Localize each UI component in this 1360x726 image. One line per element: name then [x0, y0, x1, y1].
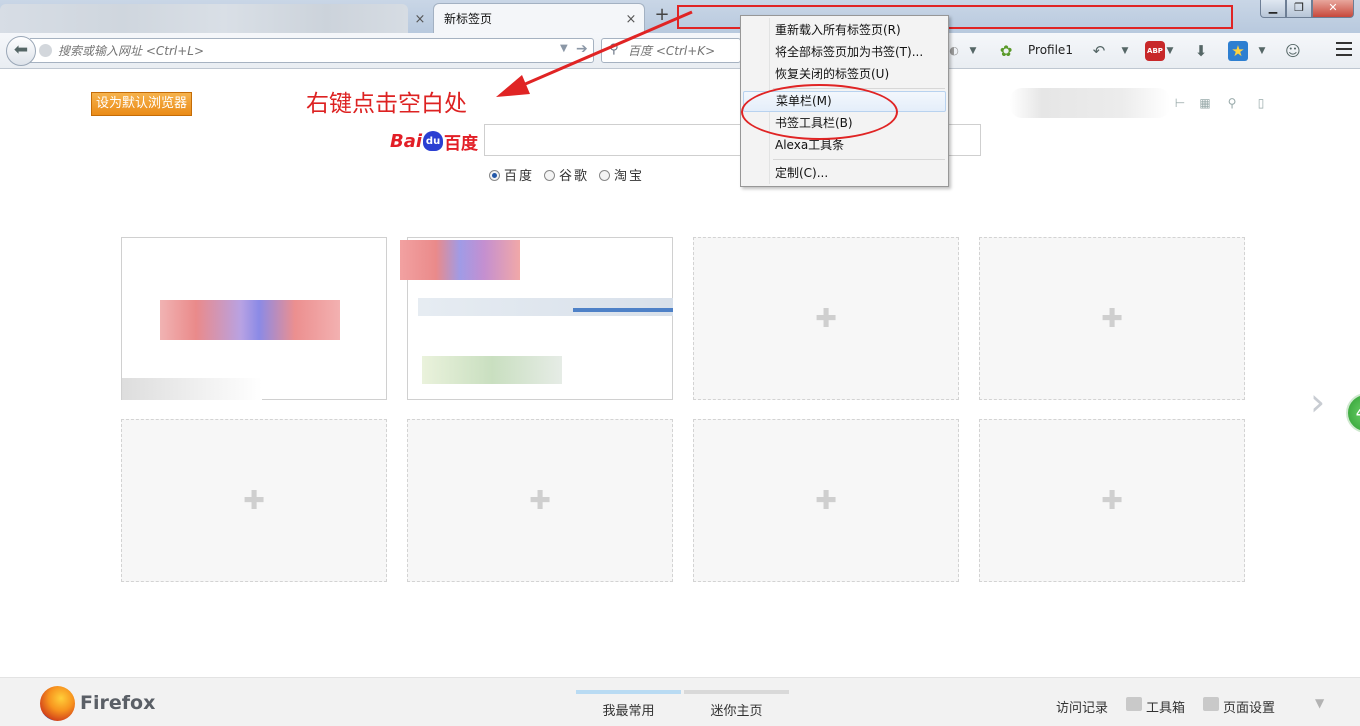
- url-input[interactable]: [58, 42, 538, 60]
- paw-icon: du: [423, 131, 444, 151]
- empty-tile[interactable]: ✚: [693, 419, 959, 582]
- annotation-text: 右键点击空白处: [306, 91, 467, 117]
- search-input[interactable]: [628, 42, 738, 60]
- tab-close-icon[interactable]: ×: [413, 13, 427, 27]
- tab-mini-home[interactable]: 迷你主页: [684, 690, 789, 720]
- plus-icon: ✚: [1101, 485, 1123, 516]
- restore-button[interactable]: ❐: [1286, 0, 1312, 18]
- addon-icon[interactable]: ◐: [947, 41, 961, 61]
- empty-tile[interactable]: ✚: [693, 237, 959, 400]
- window-controls: ▁ ❐ ✕: [1260, 0, 1354, 20]
- tab-close-icon[interactable]: ×: [624, 13, 638, 27]
- globe-icon: [39, 44, 52, 57]
- profile-label[interactable]: Profile1: [1028, 43, 1073, 57]
- baidu-logo-cn: 百度: [444, 133, 479, 154]
- menu-item-customize[interactable]: 定制(C)...: [743, 163, 946, 184]
- menu-item-reload-all-tabs[interactable]: 重新载入所有标签页(R): [743, 20, 946, 41]
- engine-option-google[interactable]: 谷歌: [544, 165, 589, 184]
- tab-new-tab-page[interactable]: 新标签页 ×: [433, 3, 645, 33]
- blue-bar: [573, 308, 673, 312]
- tab-label: 我最常用: [602, 704, 655, 719]
- tab-label: 迷你主页: [710, 704, 763, 719]
- bookmark-star-icon[interactable]: ★: [1228, 41, 1248, 61]
- empty-tile[interactable]: ✚: [979, 419, 1245, 582]
- chevron-down-icon[interactable]: ▼: [1118, 41, 1132, 61]
- settings-shirt-icon: [1203, 697, 1219, 711]
- toolbox-icon: [1126, 697, 1142, 711]
- blurred-thumbnail: [422, 356, 562, 384]
- history-dropdown-icon[interactable]: ▼: [560, 43, 568, 54]
- tree-icon[interactable]: ⊢: [1173, 96, 1187, 110]
- tab-indicator: [576, 690, 681, 694]
- plus-icon: ✚: [529, 485, 551, 516]
- search-bar[interactable]: ⚲: [601, 38, 741, 63]
- tab-title: 新标签页: [444, 12, 493, 26]
- firefox-logo-icon: [40, 686, 75, 721]
- navigation-toolbar: ▼ ➔ ⬅ ⚲ ◐ ▼ ✿ Profile1 ↶ ▼ ABP ▼ ⬇ ★ ▼ ☺: [0, 33, 1360, 69]
- page-icon[interactable]: ▯: [1254, 96, 1268, 110]
- plus-icon: ✚: [815, 485, 837, 516]
- toolbox-link[interactable]: 工具箱: [1146, 697, 1185, 716]
- empty-tile[interactable]: ✚: [407, 419, 673, 582]
- annotation-ellipse: [741, 84, 898, 140]
- firefox-wordmark: Firefox: [80, 692, 156, 714]
- browser-window: × 新标签页 × + ▁ ❐ ✕ ▼ ➔ ⬅ ⚲ ◐ ▼ ✿ Profile1 …: [0, 0, 1360, 726]
- footer: Firefox 我最常用 迷你主页 访问记录 工具箱 页面设置 ▼: [0, 677, 1360, 726]
- go-arrow-icon[interactable]: ➔: [576, 41, 588, 57]
- empty-tile[interactable]: ✚: [121, 419, 387, 582]
- close-window-button[interactable]: ✕: [1312, 0, 1354, 18]
- url-bar[interactable]: ▼ ➔: [30, 38, 594, 63]
- new-tab-button[interactable]: +: [652, 6, 672, 26]
- plus-icon: ✚: [815, 303, 837, 334]
- plus-icon: ✚: [243, 485, 265, 516]
- radio-icon: [599, 170, 611, 181]
- chevron-down-icon[interactable]: ▼: [1255, 41, 1269, 61]
- adblock-icon[interactable]: ABP: [1145, 41, 1165, 61]
- speed-dial-tile[interactable]: [400, 237, 673, 400]
- search-engine-options: 百度 谷歌 淘宝: [489, 165, 644, 184]
- grid-icon[interactable]: ▦: [1198, 96, 1212, 110]
- page-settings-link[interactable]: 页面设置: [1223, 697, 1275, 716]
- tab-indicator: [684, 690, 789, 694]
- tab-most-visited[interactable]: 我最常用: [576, 690, 681, 720]
- blurred-caption: [122, 378, 262, 400]
- side-badge[interactable]: 4: [1346, 393, 1360, 433]
- chevron-down-icon[interactable]: ▼: [1315, 696, 1324, 710]
- engine-option-taobao[interactable]: 淘宝: [599, 165, 644, 184]
- menu-separator: [773, 159, 945, 160]
- menu-icon[interactable]: [1336, 42, 1352, 58]
- speed-dial-tile[interactable]: [121, 237, 387, 400]
- chat-icon[interactable]: ☺: [1282, 41, 1304, 61]
- menu-item-bookmark-all-tabs[interactable]: 将全部标签页加为书签(T)...: [743, 42, 946, 63]
- radio-icon: [544, 170, 556, 181]
- plus-icon: ✚: [1101, 303, 1123, 334]
- tab-blurred[interactable]: ×: [0, 4, 425, 33]
- search-icon[interactable]: ⚲: [1225, 96, 1239, 110]
- engine-option-baidu[interactable]: 百度: [489, 165, 534, 184]
- baidu-logo[interactable]: Bai du 百度: [390, 125, 478, 157]
- search-icon: ⚲: [609, 42, 619, 57]
- baidu-logo-latin: Bai: [390, 130, 423, 152]
- back-button[interactable]: ⬅: [6, 36, 36, 66]
- undo-icon[interactable]: ↶: [1088, 41, 1110, 61]
- back-arrow-icon: ⬅: [13, 40, 29, 60]
- chevron-down-icon[interactable]: ▼: [1164, 41, 1176, 61]
- blurred-band: [418, 298, 673, 316]
- menu-item-restore-closed-tab[interactable]: 恢复关闭的标签页(U): [743, 64, 946, 85]
- next-page-chevron-icon[interactable]: ›: [1310, 380, 1325, 424]
- blurred-thumbnail: [400, 240, 520, 280]
- radio-icon: [489, 170, 500, 181]
- empty-tile[interactable]: ✚: [979, 237, 1245, 400]
- history-link[interactable]: 访问记录: [1056, 697, 1108, 716]
- chevron-down-icon[interactable]: ▼: [966, 41, 980, 61]
- download-icon[interactable]: ⬇: [1190, 41, 1212, 61]
- profile-icon[interactable]: ✿: [994, 41, 1018, 61]
- blurred-region: [1010, 88, 1170, 118]
- minimize-button[interactable]: ▁: [1260, 0, 1286, 18]
- blurred-thumbnail: [160, 300, 340, 340]
- set-default-browser-button[interactable]: 设为默认浏览器: [91, 92, 192, 116]
